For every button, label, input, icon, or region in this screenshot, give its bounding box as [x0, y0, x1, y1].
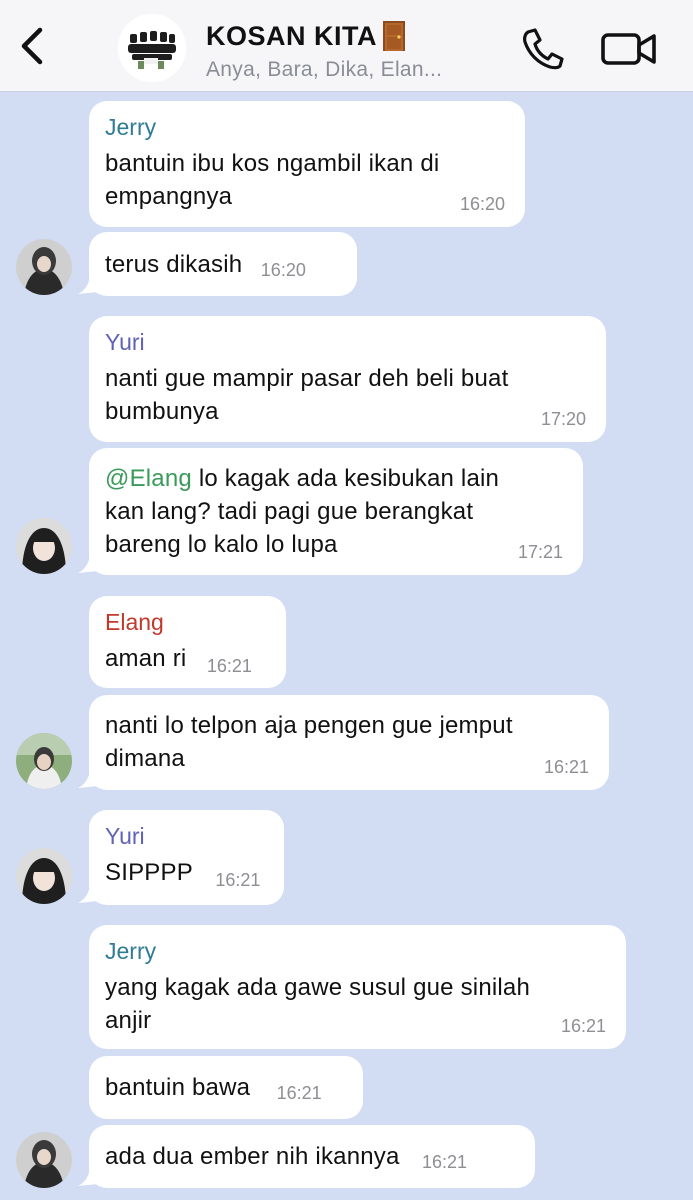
chat-title[interactable]: KOSAN KITA [206, 21, 377, 52]
message-bubble[interactable]: nanti lo telpon aja pengen gue jemput di… [89, 695, 609, 790]
message-time: 16:21 [276, 1083, 322, 1103]
message-line: dimana [105, 745, 185, 772]
message-time: 16:21 [543, 757, 589, 777]
message-time: 16:20 [260, 260, 306, 280]
message-line: nanti gue mampir pasar deh beli buat [105, 365, 509, 392]
call-button[interactable] [518, 26, 566, 70]
sender-name: Yuri [105, 823, 145, 849]
message-line: ada dua ember nih ikannya [105, 1143, 400, 1170]
sender-name: Elang [105, 609, 164, 635]
sender-name: Jerry [105, 938, 157, 964]
message-line: SIPPPP [105, 859, 193, 886]
phone-icon [523, 28, 564, 70]
avatar[interactable] [16, 518, 72, 574]
message-line: empangnya [105, 183, 233, 210]
sender-name: Yuri [105, 329, 145, 355]
back-button[interactable] [14, 26, 50, 66]
message-bubble[interactable]: Yuri nanti gue mampir pasar deh beli bua… [89, 316, 606, 442]
message-bubble[interactable]: terus dikasih 16:20 [89, 232, 357, 296]
group-avatar[interactable] [118, 14, 186, 82]
message-time: 16:21 [560, 1016, 606, 1036]
message-line: bumbunya [105, 398, 219, 425]
message-time: 16:21 [215, 870, 261, 890]
avatar[interactable] [16, 733, 72, 789]
message-time: 16:21 [206, 656, 252, 676]
message-line: lo kagak ada kesibukan lain [191, 465, 500, 492]
message-line: yang kagak ada gawe susul gue sinilah [105, 974, 531, 1001]
message-bubble[interactable]: Yuri SIPPPP 16:21 [89, 810, 284, 905]
video-camera-icon [601, 33, 656, 65]
message-line: kan lang? tadi pagi gue berangkat [105, 498, 474, 525]
message-line: bareng lo kalo lo lupa [105, 531, 338, 558]
message-time: 17:21 [517, 542, 563, 562]
message-time: 16:20 [459, 194, 505, 214]
message-line: anjir [105, 1007, 152, 1034]
avatar[interactable] [16, 239, 72, 295]
chat-header: KOSAN KITA Anya, Bara, Dika, Elan... [0, 0, 693, 92]
avatar[interactable] [16, 848, 72, 904]
video-call-button[interactable] [600, 30, 658, 68]
message-bubble[interactable]: ada dua ember nih ikannya 16:21 [89, 1125, 535, 1188]
message-bubble[interactable]: @Elang lo kagak ada kesibukan lain kan l… [89, 448, 583, 575]
sender-name: Jerry [105, 114, 157, 140]
message-line: nanti lo telpon aja pengen gue jemput [105, 712, 513, 739]
door-icon [383, 21, 405, 51]
message-bubble[interactable]: Elang aman ri 16:21 [89, 596, 286, 688]
avatar[interactable] [16, 1132, 72, 1188]
chat-members[interactable]: Anya, Bara, Dika, Elan... [206, 58, 442, 82]
message-line: aman ri [105, 645, 187, 672]
message-line: terus dikasih [105, 251, 243, 278]
message-bubble[interactable]: Jerry bantuin ibu kos ngambil ikan di em… [89, 101, 525, 227]
message-time: 16:21 [422, 1152, 468, 1172]
chevron-left-icon [21, 27, 43, 65]
message-bubble[interactable]: Jerry yang kagak ada gawe susul gue sini… [89, 925, 626, 1049]
message-line: bantuin ibu kos ngambil ikan di [105, 150, 440, 177]
message-bubble[interactable]: bantuin bawa 16:21 [89, 1056, 363, 1119]
message-time: 17:20 [540, 409, 586, 429]
mention-link[interactable]: @Elang [105, 465, 192, 492]
message-line: bantuin bawa [105, 1074, 251, 1101]
